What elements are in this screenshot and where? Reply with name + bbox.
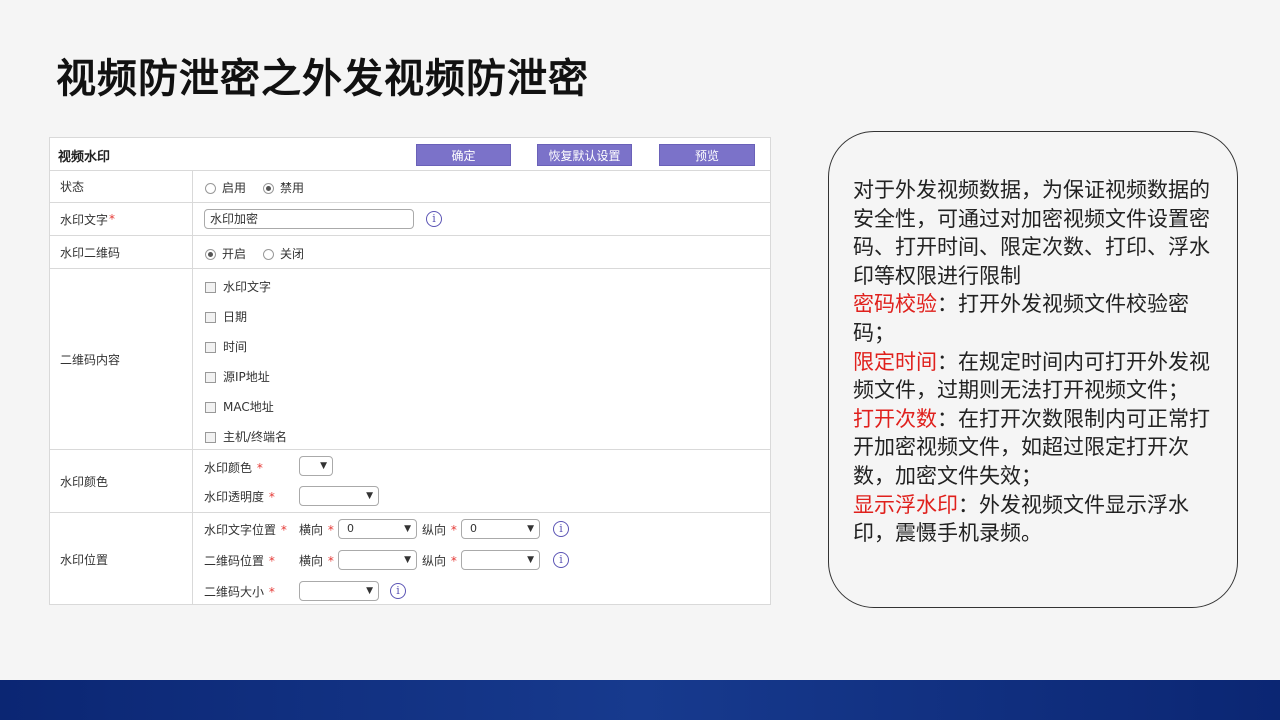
watermark-text-input[interactable]: 水印加密 — [204, 209, 414, 229]
status-label: 状态 — [50, 170, 193, 202]
slide-title: 视频防泄密之外发视频防泄密 — [56, 56, 589, 102]
qr-off-radio[interactable]: 关闭 — [263, 245, 304, 262]
info-icon[interactable]: i — [553, 521, 569, 537]
checkbox-icon — [205, 402, 216, 413]
preview-button[interactable]: 预览 — [659, 144, 755, 166]
checkbox-icon — [205, 282, 216, 293]
info-icon[interactable]: i — [390, 583, 406, 599]
text-vertical-label: 纵向 * — [422, 523, 457, 537]
status-disable-radio[interactable]: 禁用 — [263, 179, 304, 196]
term-floating-watermark: 显示浮水印 — [853, 492, 958, 517]
color-field-label: 水印颜色 * — [204, 461, 263, 475]
qr-content-row: 二维码内容 水印文字 日期 时间 源IP地址 MAC地址 主机/终端名 — [50, 269, 770, 450]
status-row: 状态 启用 禁用 — [50, 170, 770, 203]
radio-selected-icon — [263, 183, 274, 194]
description-bubble: 对于外发视频数据，为保证视频数据的安全性，可通过对加密视频文件设置密码、打开时间… — [828, 131, 1238, 608]
qr-vertical-label: 纵向 * — [422, 554, 457, 568]
status-enable-radio[interactable]: 启用 — [205, 179, 246, 196]
reset-default-button[interactable]: 恢复默认设置 — [537, 144, 632, 166]
color-select[interactable]: ▼ — [299, 456, 333, 476]
video-watermark-panel: 视频水印 确定 恢复默认设置 预览 状态 启用 禁用 水印文字 * 水印加密 i … — [49, 137, 771, 605]
chevron-down-icon: ▼ — [366, 586, 373, 596]
qr-horizontal-label: 横向 * — [299, 554, 334, 568]
description-text: 对于外发视频数据，为保证视频数据的安全性，可通过对加密视频文件设置密码、打开时间… — [853, 178, 1210, 546]
chevron-down-icon: ▼ — [527, 524, 534, 534]
panel-header: 视频水印 确定 恢复默认设置 预览 — [50, 138, 770, 171]
term-time-limit: 限定时间 — [853, 349, 937, 374]
qr-content-checkbox-text[interactable]: 水印文字 — [205, 278, 271, 295]
text-horizontal-select[interactable]: 0 ▼ — [338, 519, 417, 539]
qr-content-checkbox-time[interactable]: 时间 — [205, 338, 247, 355]
term-open-count: 打开次数 — [853, 406, 937, 431]
text-position-label: 水印文字位置 * — [204, 523, 287, 537]
text-vertical-select[interactable]: 0 ▼ — [461, 519, 540, 539]
checkbox-icon — [205, 432, 216, 443]
info-icon[interactable]: i — [426, 211, 442, 227]
text-horizontal-label: 横向 * — [299, 523, 334, 537]
watermark-qr-row: 水印二维码 开启 关闭 — [50, 236, 770, 269]
qr-content-checkbox-hostname[interactable]: 主机/终端名 — [205, 428, 287, 445]
checkbox-icon — [205, 312, 216, 323]
qr-vertical-select[interactable]: ▼ — [461, 550, 540, 570]
confirm-button[interactable]: 确定 — [416, 144, 511, 166]
footer-bar — [0, 680, 1280, 720]
description-intro: 对于外发视频数据，为保证视频数据的安全性，可通过对加密视频文件设置密码、打开时间… — [853, 178, 1210, 288]
info-icon[interactable]: i — [553, 552, 569, 568]
qr-position-label: 二维码位置 * — [204, 554, 275, 568]
qr-on-radio[interactable]: 开启 — [205, 245, 246, 262]
qr-content-checkbox-date[interactable]: 日期 — [205, 308, 247, 325]
term-password-check: 密码校验 — [853, 292, 937, 317]
watermark-position-row: 水印位置 水印文字位置 * 横向 * 0 ▼ 纵向 * 0 ▼ i 二维码位置 … — [50, 513, 770, 605]
watermark-qr-label: 水印二维码 — [50, 236, 193, 268]
watermark-color-row: 水印颜色 水印颜色 * ▼ 水印透明度 * ▼ — [50, 450, 770, 513]
radio-icon — [205, 183, 216, 194]
qr-content-label: 二维码内容 — [50, 269, 193, 449]
chevron-down-icon: ▼ — [527, 555, 534, 565]
checkbox-icon — [205, 372, 216, 383]
chevron-down-icon: ▼ — [404, 524, 411, 534]
qr-size-label: 二维码大小 * — [204, 585, 275, 599]
opacity-select[interactable]: ▼ — [299, 486, 379, 506]
chevron-down-icon: ▼ — [404, 555, 411, 565]
qr-content-checkbox-source-ip[interactable]: 源IP地址 — [205, 368, 270, 385]
radio-icon — [263, 249, 274, 260]
qr-horizontal-select[interactable]: ▼ — [338, 550, 417, 570]
watermark-text-row: 水印文字 * 水印加密 i — [50, 203, 770, 236]
qr-size-select[interactable]: ▼ — [299, 581, 379, 601]
watermark-position-label: 水印位置 — [50, 513, 193, 605]
panel-title: 视频水印 — [58, 150, 111, 165]
radio-selected-icon — [205, 249, 216, 260]
qr-content-checkbox-mac[interactable]: MAC地址 — [205, 398, 274, 415]
watermark-color-label: 水印颜色 — [50, 450, 193, 512]
opacity-field-label: 水印透明度 * — [204, 490, 275, 504]
chevron-down-icon: ▼ — [366, 491, 373, 501]
chevron-down-icon: ▼ — [320, 461, 327, 471]
checkbox-icon — [205, 342, 216, 353]
watermark-text-label: 水印文字 * — [50, 203, 193, 235]
